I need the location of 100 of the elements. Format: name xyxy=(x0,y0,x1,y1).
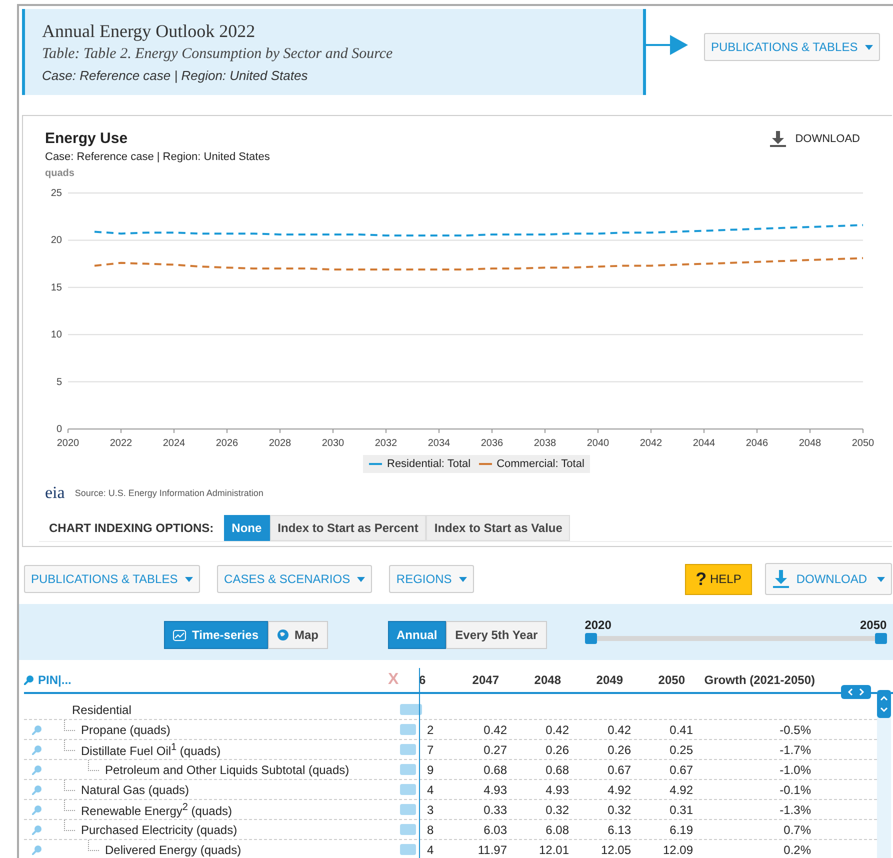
line-chart-icon xyxy=(173,630,186,640)
table-cell-text: 6.03 xyxy=(482,822,507,836)
y-tick-label: 20 xyxy=(50,235,62,246)
clear-button[interactable]: X xyxy=(388,671,414,689)
x-tick-label: 2032 xyxy=(374,438,398,449)
table-cell-text: 11.97 xyxy=(476,842,507,856)
row-label: Renewable Energy$^{2}$ (quads) xyxy=(81,802,232,818)
pin-icon xyxy=(24,675,34,685)
table-cell-text: 0.32 xyxy=(544,802,569,816)
chart-icon[interactable] xyxy=(400,784,416,795)
chart-icon[interactable] xyxy=(400,764,416,775)
indexing-label: CHART INDEXING OPTIONS: xyxy=(48,520,215,537)
caret-icon xyxy=(357,577,366,582)
x-tick-label: 2046 xyxy=(746,438,769,449)
x-tick-label: 2028 xyxy=(268,438,292,449)
table-cell-text: 8 xyxy=(426,822,435,836)
publications-dropdown[interactable]: PUBLICATIONS & TABLES xyxy=(704,33,880,61)
menu-dropdown[interactable]: REGIONS xyxy=(389,565,474,593)
row-label: Purchased Electricity (quads) xyxy=(81,822,238,836)
column-header: 2049 xyxy=(595,673,623,687)
table-cell-text: 0.26 xyxy=(544,742,569,756)
download-button[interactable]: DOWNLOAD xyxy=(770,130,860,148)
table-cell-text: 4 xyxy=(426,842,435,856)
chart-icon[interactable] xyxy=(400,744,416,755)
column-header: Growth (2021-2050) xyxy=(703,673,815,687)
x-tick-label: 2044 xyxy=(692,438,716,449)
table-cell-text: -1.7% xyxy=(778,742,811,756)
range-start-label: 2020 xyxy=(584,618,612,632)
view-tab[interactable]: Time-series xyxy=(164,621,268,649)
table-cell-text: 7 xyxy=(426,742,435,756)
table-cell-text: 0.32 xyxy=(606,802,631,816)
table-cell-text: 6.19 xyxy=(668,822,693,836)
table-cell-text: 2 xyxy=(426,722,435,736)
table-cell-text: 0.42 xyxy=(606,722,631,736)
indexing-option[interactable]: Index to Start as Value xyxy=(426,515,570,541)
table-cell-text: 0.31 xyxy=(668,802,693,816)
table-cell-text: -1.3% xyxy=(778,802,811,816)
row-label: Petroleum and Other Liquids Subtotal (quads) xyxy=(105,762,350,776)
download-icon xyxy=(772,570,790,588)
group-label: Residential xyxy=(71,702,132,716)
legend-label: Residential: Total xyxy=(387,458,471,470)
table-cell-text: 0.67 xyxy=(668,762,693,776)
table-cell-text: 0.67 xyxy=(606,762,631,776)
table-cell-text: 0.42 xyxy=(544,722,569,736)
y-tick-label: 0 xyxy=(56,424,62,435)
table-cell-text: 4.93 xyxy=(482,782,507,796)
row-label: Distillate Fuel Oil$^{1}$ (quads) xyxy=(81,742,221,758)
chart-icon[interactable] xyxy=(400,824,416,835)
table-cell-text: 4 xyxy=(426,782,435,796)
chart-icon[interactable] xyxy=(400,804,416,815)
x-tick-label: 2050 xyxy=(852,438,875,449)
table-cell-text: -1.0% xyxy=(778,762,811,776)
x-tick-label: 2030 xyxy=(322,438,345,449)
more-button[interactable]: |... xyxy=(58,673,388,687)
axis-unit: quads xyxy=(45,168,76,179)
indexing-option[interactable]: None xyxy=(224,515,270,541)
row-label: Propane (quads) xyxy=(81,722,170,736)
case-region-text: Case: Reference case | Region: United States xyxy=(42,68,309,83)
table-cell-text: 0.68 xyxy=(544,762,569,776)
column-scroll-buttons[interactable] xyxy=(841,685,871,699)
column-header: 2050 xyxy=(657,673,685,687)
vertical-scrollbar[interactable] xyxy=(877,690,891,858)
table-cell-text: 0.27 xyxy=(482,742,507,756)
menu-dropdown[interactable]: PUBLICATIONS & TABLES xyxy=(24,565,200,593)
x-tick-label: 2038 xyxy=(534,438,557,449)
table-cell-text: 0.2% xyxy=(782,842,811,856)
caret-icon xyxy=(865,45,874,50)
y-tick-label: 10 xyxy=(50,330,62,341)
download-dropdown[interactable]: DOWNLOAD xyxy=(765,563,892,595)
frequency-tab[interactable]: Every 5th Year xyxy=(446,621,547,649)
frequency-tab[interactable]: Annual xyxy=(388,621,446,649)
chart-toggle-icon[interactable] xyxy=(400,704,422,715)
row-label: Delivered Energy (quads) xyxy=(105,842,242,856)
table-cell-text: 6.13 xyxy=(606,822,631,836)
indexing-option[interactable]: Index to Start as Percent xyxy=(270,515,426,541)
x-tick-label: 2040 xyxy=(586,438,610,449)
table-cell-text: 0.7% xyxy=(782,822,811,836)
chart-icon[interactable] xyxy=(400,844,416,855)
table-cell-text: 3 xyxy=(426,802,435,816)
pin-button[interactable]: PIN xyxy=(24,673,58,687)
x-tick-label: 2022 xyxy=(110,438,133,449)
chart-icon[interactable] xyxy=(400,724,416,735)
y-tick-label: 5 xyxy=(56,376,62,388)
scroll-buttons[interactable] xyxy=(877,690,891,718)
menu-dropdown[interactable]: CASES & SCENARIOS xyxy=(217,565,372,593)
table-cell-text: 4.92 xyxy=(606,782,631,796)
table-cell-text: 0.41 xyxy=(668,722,693,736)
report-title: Annual Energy Outlook 2022 xyxy=(42,21,256,42)
table-cell-text: -0.1% xyxy=(778,782,811,796)
download-icon xyxy=(770,131,786,147)
table-cell-text: 6.08 xyxy=(544,822,569,836)
x-tick-label: 2036 xyxy=(480,438,504,449)
table-cell-text: 0.26 xyxy=(606,742,631,756)
row-label: Natural Gas (quads) xyxy=(81,782,190,796)
globe-icon xyxy=(276,629,288,641)
view-tab[interactable]: Map xyxy=(268,621,328,649)
x-tick-label: 2024 xyxy=(162,438,186,449)
x-tick-label: 2034 xyxy=(428,438,451,449)
eia-logo: eia xyxy=(45,483,65,503)
table-cell-text: -0.5% xyxy=(778,722,811,736)
